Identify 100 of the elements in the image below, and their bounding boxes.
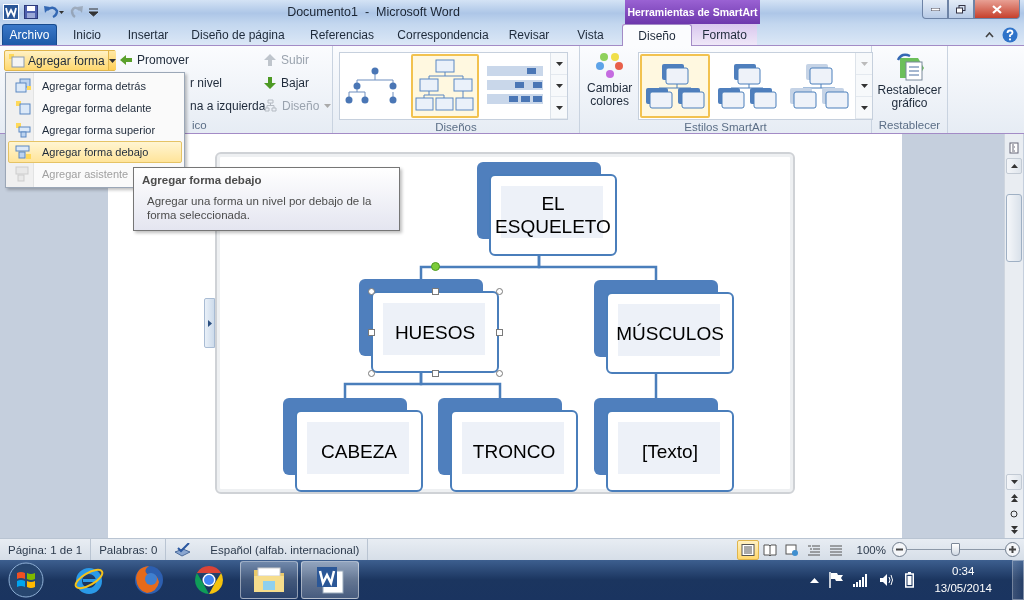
add-shape-split-button[interactable]: Agregar forma — [4, 50, 116, 71]
connector-line — [654, 374, 658, 398]
caret-icon — [108, 58, 116, 63]
menu-item[interactable]: Agregar forma delante — [8, 97, 157, 119]
taskbar-app[interactable] — [240, 561, 298, 599]
group-label: Diseños — [435, 120, 477, 133]
ribbon-tab[interactable]: Inicio — [57, 24, 117, 45]
minimize-ribbon-button[interactable] — [985, 31, 994, 38]
close-button[interactable] — [974, 0, 1020, 19]
scroll-up-button[interactable] — [1006, 158, 1022, 174]
scroll-down-button[interactable] — [551, 75, 567, 97]
resize-handle[interactable] — [432, 288, 439, 295]
ruler-icon — [1009, 142, 1019, 154]
battery-button[interactable] — [905, 572, 915, 588]
resize-handle[interactable] — [368, 370, 375, 377]
redo-icon — [70, 5, 84, 19]
expand-arrow-icon — [207, 319, 212, 327]
ribbon-tab[interactable]: Diseño de página — [179, 24, 297, 45]
show-hidden-icons-button[interactable] — [810, 577, 820, 583]
network-button[interactable] — [853, 573, 870, 587]
restore-button[interactable] — [948, 0, 974, 19]
view-button[interactable] — [736, 539, 759, 560]
add-shape-dropdown[interactable] — [107, 51, 116, 70]
customize-toolbar-button[interactable] — [89, 7, 98, 17]
ribbon-tab[interactable]: Vista — [559, 24, 622, 45]
style-thumbnail — [788, 62, 851, 110]
ribbon-tab[interactable]: Correspondencia — [387, 24, 499, 45]
scroll-down-button[interactable] — [856, 75, 873, 97]
proofing-icon — [174, 542, 193, 557]
resize-handle[interactable] — [432, 370, 439, 377]
more-button[interactable] — [856, 97, 873, 119]
more-button[interactable] — [551, 97, 567, 119]
zoom-out-button[interactable] — [892, 542, 907, 557]
ribbon-tab[interactable]: Revisar — [499, 24, 559, 45]
signal-bars-icon — [853, 573, 870, 587]
rotate-handle[interactable] — [431, 262, 440, 271]
scroll-down-button[interactable] — [1006, 474, 1022, 490]
resize-handle[interactable] — [496, 329, 503, 336]
folder-icon — [252, 566, 286, 594]
reset-graphic-button[interactable]: Restablecer gráfico — [874, 50, 945, 116]
caret-icon — [555, 61, 563, 66]
caret-icon — [860, 83, 868, 88]
book-icon — [762, 543, 777, 556]
ribbon-tab[interactable]: Diseño — [622, 24, 692, 46]
chevron-up-icon — [985, 31, 994, 38]
text-pane-toggle[interactable] — [204, 298, 215, 348]
show-desktop-button[interactable] — [1012, 560, 1024, 600]
tooltip-text: Agregar una forma un nivel por debajo de la forma seleccionada. — [146, 194, 373, 222]
word-app-button[interactable] — [3, 4, 19, 20]
add-shape-button[interactable]: Agregar forma — [5, 51, 108, 70]
clock[interactable]: 0:34 13/05/2014 — [924, 563, 1002, 597]
ribbon-command[interactable]: Promover — [120, 50, 260, 69]
volume-button[interactable] — [879, 573, 896, 587]
restore-icon — [956, 4, 966, 14]
scroll-up-button[interactable] — [551, 53, 567, 75]
add-shape-icon — [14, 166, 32, 182]
menu-item[interactable]: Agregar forma debajo — [8, 141, 182, 163]
help-button[interactable] — [1002, 26, 1018, 43]
menu-item[interactable]: Agregar forma superior — [8, 119, 161, 141]
zoom-in-button[interactable] — [1005, 542, 1020, 557]
minimize-icon — [930, 7, 940, 11]
up-arrow-icon — [264, 53, 276, 66]
resize-handle[interactable] — [496, 288, 503, 295]
start-button[interactable] — [6, 561, 46, 599]
ribbon-tab[interactable]: Archivo — [2, 24, 57, 45]
ribbon-command[interactable]: Bajar — [264, 73, 332, 92]
ribbon-tab[interactable]: Referencias — [297, 24, 387, 45]
action-center-button[interactable] — [829, 572, 844, 588]
ribbon-tab[interactable]: Insertar — [117, 24, 179, 45]
menu-item[interactable]: Agregar forma detrás — [8, 75, 151, 97]
up-arrow-icon — [1010, 164, 1018, 168]
plus-icon — [1005, 542, 1020, 557]
help-icon — [1002, 26, 1018, 43]
change-colors-button[interactable]: Cambiar colores — [584, 50, 636, 120]
flag-icon — [829, 572, 844, 588]
group-label: Restablecer — [878, 118, 941, 131]
add-shape-icon — [14, 100, 32, 116]
windows-orb-icon — [8, 562, 44, 598]
group-label: ico — [192, 118, 207, 131]
page-lines-icon — [828, 543, 843, 556]
zoom-level[interactable]: 100% — [846, 543, 892, 556]
left-arrow-icon — [120, 53, 132, 66]
taskbar-app[interactable] — [301, 561, 359, 599]
tooltip-title: Agregar forma debajo — [142, 174, 263, 186]
zoom-slider[interactable] — [907, 542, 1005, 557]
scrollbar-thumb[interactable] — [1006, 194, 1022, 262]
battery-icon — [905, 572, 915, 588]
resize-handle[interactable] — [368, 329, 375, 336]
resize-handle[interactable] — [496, 370, 503, 377]
window-title: Documento1 - Microsoft Word — [287, 5, 460, 19]
undo-button[interactable] — [43, 5, 65, 19]
resize-handle[interactable] — [368, 288, 375, 295]
save-button[interactable] — [24, 5, 38, 19]
style-option[interactable] — [640, 54, 711, 118]
caret-icon — [324, 103, 332, 108]
minus-icon — [892, 542, 907, 557]
ribbon-tab[interactable]: Formato — [692, 24, 757, 45]
caret-icon — [860, 61, 868, 66]
group-label: Estilos SmartArt — [684, 120, 767, 133]
zoom-thumb[interactable] — [951, 542, 960, 556]
